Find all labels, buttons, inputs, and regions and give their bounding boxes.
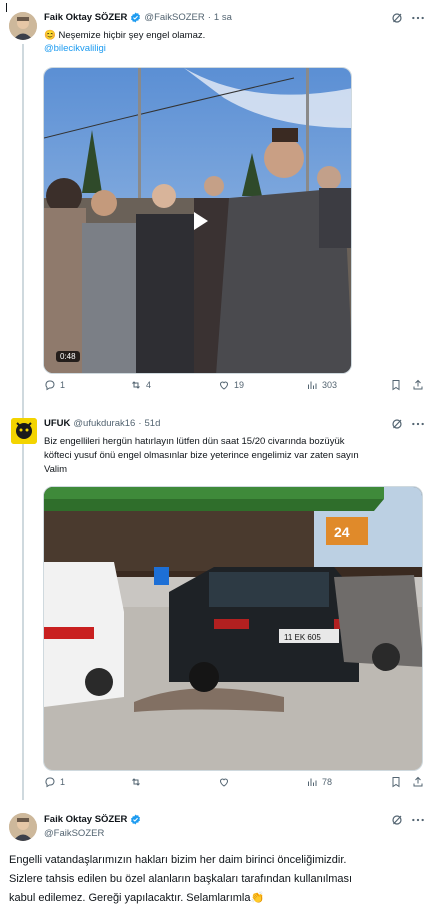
author-name[interactable]: UFUK — [44, 418, 70, 429]
tweet-text-line-3: Valim — [44, 464, 68, 475]
video-player[interactable]: 0:48 — [43, 67, 352, 374]
like-button[interactable] — [218, 776, 234, 788]
repost-icon — [132, 381, 140, 389]
play-icon[interactable] — [194, 212, 208, 230]
store-sign: 24 — [334, 524, 350, 540]
share-icon[interactable] — [412, 379, 424, 391]
like-icon — [219, 381, 229, 390]
repost-icon — [132, 778, 140, 786]
repost-count: 4 — [146, 380, 152, 390]
more-icon[interactable] — [411, 12, 425, 24]
reply-button[interactable]: 1 — [44, 776, 65, 788]
views-icon — [308, 778, 317, 786]
main-text-line-1: Engelli vatandaşlarımızın hakları bizim … — [9, 854, 347, 866]
timestamp[interactable]: 51d — [145, 418, 161, 429]
like-button[interactable]: 19 — [218, 379, 244, 391]
parking-photo: 24 11 EK 605 — [44, 487, 422, 770]
like-icon — [219, 778, 229, 787]
author-handle[interactable]: @FaikSOZER — [144, 12, 204, 23]
timestamp[interactable]: 1 sa — [214, 12, 232, 23]
grok-icon[interactable] — [391, 814, 403, 826]
tweet-text: 😊 Neşemize hiçbir şey engel olamaz. — [44, 30, 206, 41]
like-count: 19 — [234, 380, 245, 390]
views-count: 78 — [322, 777, 333, 787]
tweet-text-line-1: Biz engellileri hergün hatırlayın lütfen… — [44, 436, 345, 447]
author-handle[interactable]: @ufukdurak16 — [73, 418, 135, 429]
views-button[interactable]: 78 — [306, 776, 332, 788]
grok-icon[interactable] — [391, 12, 403, 24]
reply-count: 1 — [60, 380, 66, 390]
repost-button[interactable]: 4 — [130, 379, 151, 391]
author-handle[interactable]: @FaikSOZER — [44, 828, 104, 839]
views-button[interactable]: 303 — [306, 379, 337, 391]
reply-button[interactable]: 1 — [44, 379, 65, 391]
main-text-line-3: kabul edilemez. Gereği yapılacaktır. Sel… — [9, 892, 265, 904]
photo[interactable]: 24 11 EK 605 — [43, 486, 423, 771]
tweet-text-line-2: köfteci yusuf önü engel olmasınlar bize … — [44, 450, 359, 461]
author-name[interactable]: Faik Oktay SÖZER — [44, 12, 127, 23]
separator-dot: · — [138, 418, 142, 429]
views-count: 303 — [322, 380, 338, 390]
avatar[interactable] — [9, 813, 37, 841]
more-icon[interactable] — [411, 418, 425, 430]
video-duration: 0:48 — [56, 351, 80, 362]
reply-icon — [45, 777, 55, 788]
reply-icon — [45, 380, 55, 391]
text-cursor — [6, 3, 7, 12]
avatar[interactable] — [9, 12, 37, 40]
share-icon[interactable] — [412, 776, 424, 788]
author-name[interactable]: Faik Oktay SÖZER — [44, 814, 127, 825]
bookmark-icon[interactable] — [390, 776, 402, 788]
mention-link[interactable]: @bilecikvaliligi — [44, 42, 106, 55]
more-icon[interactable] — [411, 814, 425, 826]
bookmark-icon[interactable] — [390, 379, 402, 391]
verified-icon — [131, 12, 141, 23]
avatar[interactable] — [11, 418, 37, 444]
main-text-line-2: Sizlere tahsis edilen bu özel alanların … — [9, 873, 353, 885]
main-tweet-text: Engelli vatandaşlarımızın hakları bizim … — [9, 851, 434, 908]
verified-icon — [131, 814, 141, 825]
views-icon — [308, 381, 317, 389]
separator-dot: · — [207, 12, 211, 23]
reply-count: 1 — [60, 777, 66, 787]
repost-button[interactable] — [130, 776, 146, 788]
grok-icon[interactable] — [391, 418, 403, 430]
license-plate: 11 EK 605 — [284, 633, 321, 642]
